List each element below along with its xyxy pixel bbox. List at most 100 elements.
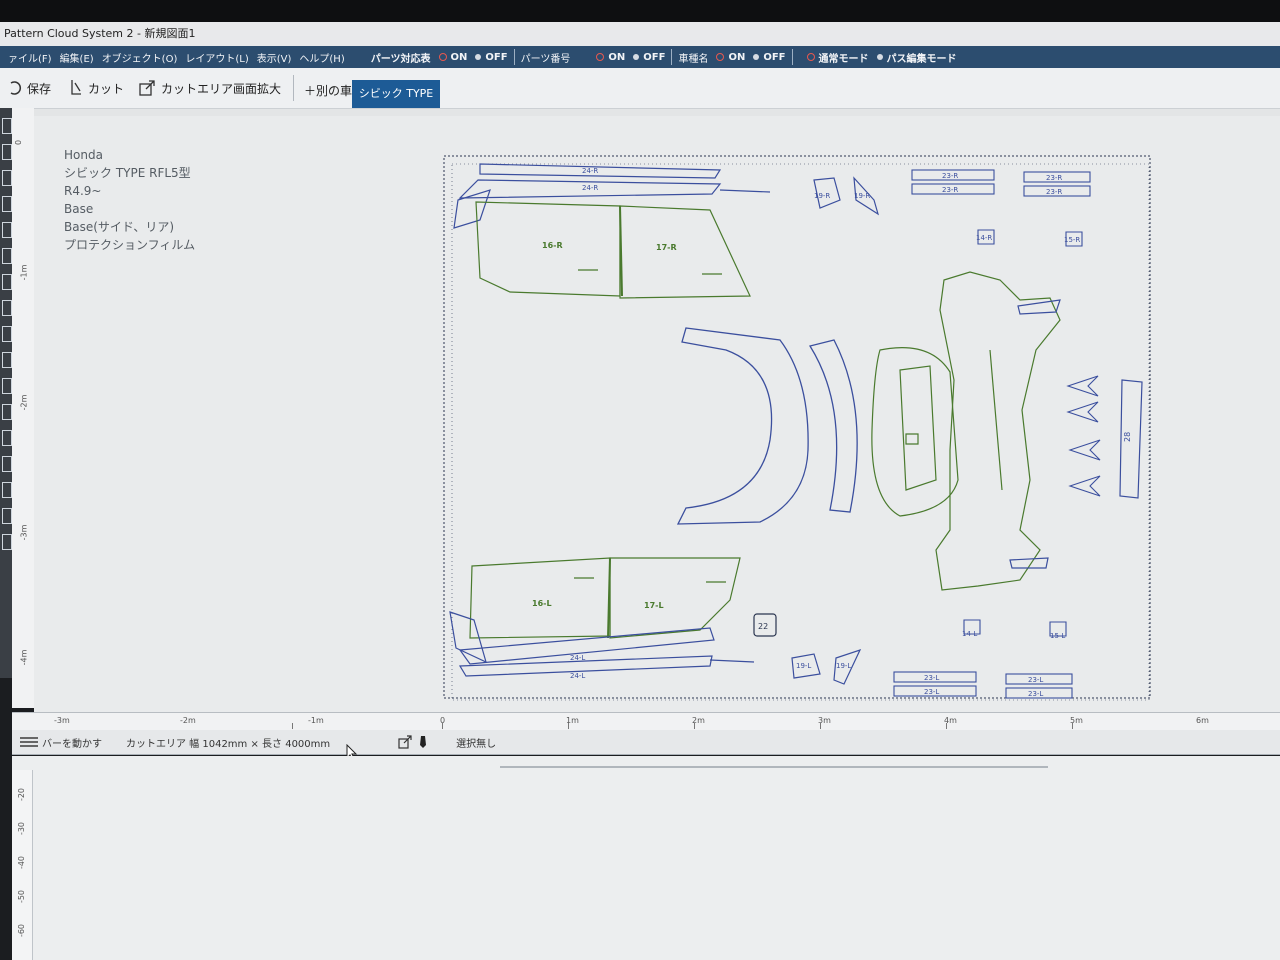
part-label-15-r: 15-R (1064, 236, 1080, 244)
tool-zoom[interactable] (2, 482, 12, 498)
selection-status: 選択無し (456, 738, 497, 750)
cut-area-boundary (443, 155, 1151, 699)
path-edit-mode-radio[interactable]: パス編集モード (876, 50, 957, 65)
part-label-19-r: 19-R (814, 192, 830, 200)
normal-mode-radio[interactable]: 通常モード (806, 50, 869, 65)
car-name-off-radio[interactable]: OFF (753, 52, 786, 63)
save-icon (10, 81, 21, 95)
part-label-23-r: 23-R (942, 186, 958, 194)
toolbar: 保存 カット カットエリア画面拡大 ＋別の車種追加 (0, 68, 1280, 109)
parts-number-off-radio[interactable]: OFF (633, 52, 665, 63)
menu-separator (671, 49, 673, 65)
info-model: シビック TYPE RFL5型 (64, 166, 191, 180)
cut-label: カット (88, 81, 125, 96)
v-ruler-label: -1m (19, 264, 29, 281)
part-16-17-r-group[interactable] (475, 201, 751, 299)
tool-text[interactable] (2, 248, 12, 264)
zoom-area-icon (139, 80, 155, 96)
part-label-23-l: 23-L (924, 674, 939, 682)
part-label-16-r: 16-R (542, 241, 563, 250)
v-ruler-label: -3m (19, 524, 29, 541)
tool-circle[interactable] (2, 196, 12, 212)
tool-group[interactable] (2, 378, 12, 394)
car-name-label: 車種名 (678, 53, 709, 65)
parts-number-on-radio[interactable]: ON (596, 52, 625, 63)
vertical-ruler: 0 -1m -2m -3m -4m (12, 108, 35, 708)
part-16-17-l-group[interactable] (469, 557, 741, 639)
part-rear-arch[interactable] (676, 327, 858, 525)
pattern-sheet[interactable]: 24-R 24-R 16-R 17-R 19-R 19-R 23-R 23-R … (430, 150, 1160, 705)
part-label-22: 22 (758, 622, 768, 631)
part-rear-bumper[interactable] (871, 347, 959, 517)
cut-area-zoom-button[interactable]: カットエリア画面拡大 (138, 79, 281, 97)
info-product: プロテクションフィルム (64, 238, 196, 252)
vehicle-tab-civic[interactable]: シビック TYPE (352, 80, 440, 108)
h-ruler-label: -3m (54, 716, 70, 725)
part-23-r-group[interactable] (911, 169, 1091, 197)
part-tail-trim[interactable] (1009, 299, 1061, 569)
monitor-bezel (0, 0, 1280, 22)
info-kit: Base(サイド、リア) (64, 220, 175, 234)
tool-rect[interactable] (2, 144, 12, 160)
part-label-17-l: 17-L (644, 601, 664, 610)
cut-area-zoom-label: カットエリア画面拡大 (161, 81, 282, 96)
parts-table-on-radio[interactable]: ON (438, 52, 467, 63)
v-ruler-label: 0 (14, 139, 24, 146)
save-button[interactable]: 保存 (10, 80, 51, 97)
part-label-16-l: 16-L (532, 599, 552, 608)
menu-file[interactable]: ァイル(F) (8, 50, 52, 65)
car-name-on-radio[interactable]: ON (716, 52, 745, 63)
part-23-l-group[interactable] (893, 671, 1073, 699)
tool-pen[interactable] (2, 274, 12, 290)
cut-button[interactable]: カット (69, 79, 124, 97)
menu-object[interactable]: オブジェクト(O) (102, 50, 178, 65)
part-label-23-r: 23-R (1046, 188, 1062, 196)
tool-move[interactable] (2, 300, 12, 316)
part-label-14-r: 14-R (976, 234, 992, 242)
window-title: Pattern Cloud System 2 - 新規図面1 (0, 22, 1280, 46)
v-ruler-label: -4m (19, 649, 29, 666)
cut-icon (71, 80, 82, 95)
status-bar: バーを動かす カットエリア 幅 1042mm × 長さ 4000mm 選択無し (12, 730, 1280, 755)
info-year: R4.9~ (64, 184, 102, 198)
left-tool-strip (0, 108, 12, 678)
tool-rotate[interactable] (2, 326, 12, 342)
v-ruler-label: -2m (19, 394, 29, 411)
vehicle-info: Honda シビック TYPE RFL5型 R4.9~ Base Base(サイ… (64, 146, 195, 254)
parts-table-off-radio[interactable]: OFF (475, 52, 508, 63)
h-ruler-label: -2m (180, 716, 196, 725)
menu-view[interactable]: 表示(V) (257, 50, 292, 65)
part-label-24-l: 24-L (570, 654, 585, 662)
tool-line[interactable] (2, 222, 12, 238)
tool-measure[interactable] (2, 456, 12, 472)
tool-mirror[interactable] (2, 352, 12, 368)
part-label-19-l: 19-L (796, 662, 811, 670)
tool-delete[interactable] (2, 534, 12, 550)
expand-icon[interactable] (398, 735, 412, 749)
lower-ruler-label: -60 (17, 923, 27, 938)
parts-number-label: パーツ番号 (520, 53, 571, 65)
pen-icon[interactable] (418, 735, 428, 749)
part-24-r-group[interactable] (453, 163, 771, 229)
secondary-view-panel[interactable] (12, 756, 1280, 960)
part-label-24-r: 24-R (582, 184, 598, 192)
tool-path[interactable] (2, 170, 12, 186)
tool-hand[interactable] (2, 508, 12, 524)
parts-table-label: パーツ対応表 (370, 53, 431, 65)
part-label-14-l: 14-L (962, 630, 977, 638)
save-label: 保存 (27, 81, 52, 96)
part-label-23-r: 23-R (942, 172, 958, 180)
menu-layout[interactable]: レイアウト(L) (185, 50, 248, 65)
tool-select[interactable] (2, 118, 12, 134)
info-grade: Base (64, 202, 94, 216)
part-label-15-l: 15-L (1050, 632, 1065, 640)
cut-area-size: カットエリア 幅 1042mm × 長さ 4000mm (126, 738, 331, 750)
move-bar-label: バーを動かす (42, 738, 102, 750)
tool-ungroup[interactable] (2, 404, 12, 420)
menu-help[interactable]: ヘルプ(H) (299, 50, 344, 65)
tool-align[interactable] (2, 430, 12, 446)
drag-handle-icon[interactable] (20, 735, 38, 749)
part-label-23-l: 23-L (1028, 690, 1043, 698)
menu-edit[interactable]: 編集(E) (60, 50, 94, 65)
menu-bar: ァイル(F) 編集(E) オブジェクト(O) レイアウト(L) 表示(V) ヘル… (0, 46, 1280, 68)
